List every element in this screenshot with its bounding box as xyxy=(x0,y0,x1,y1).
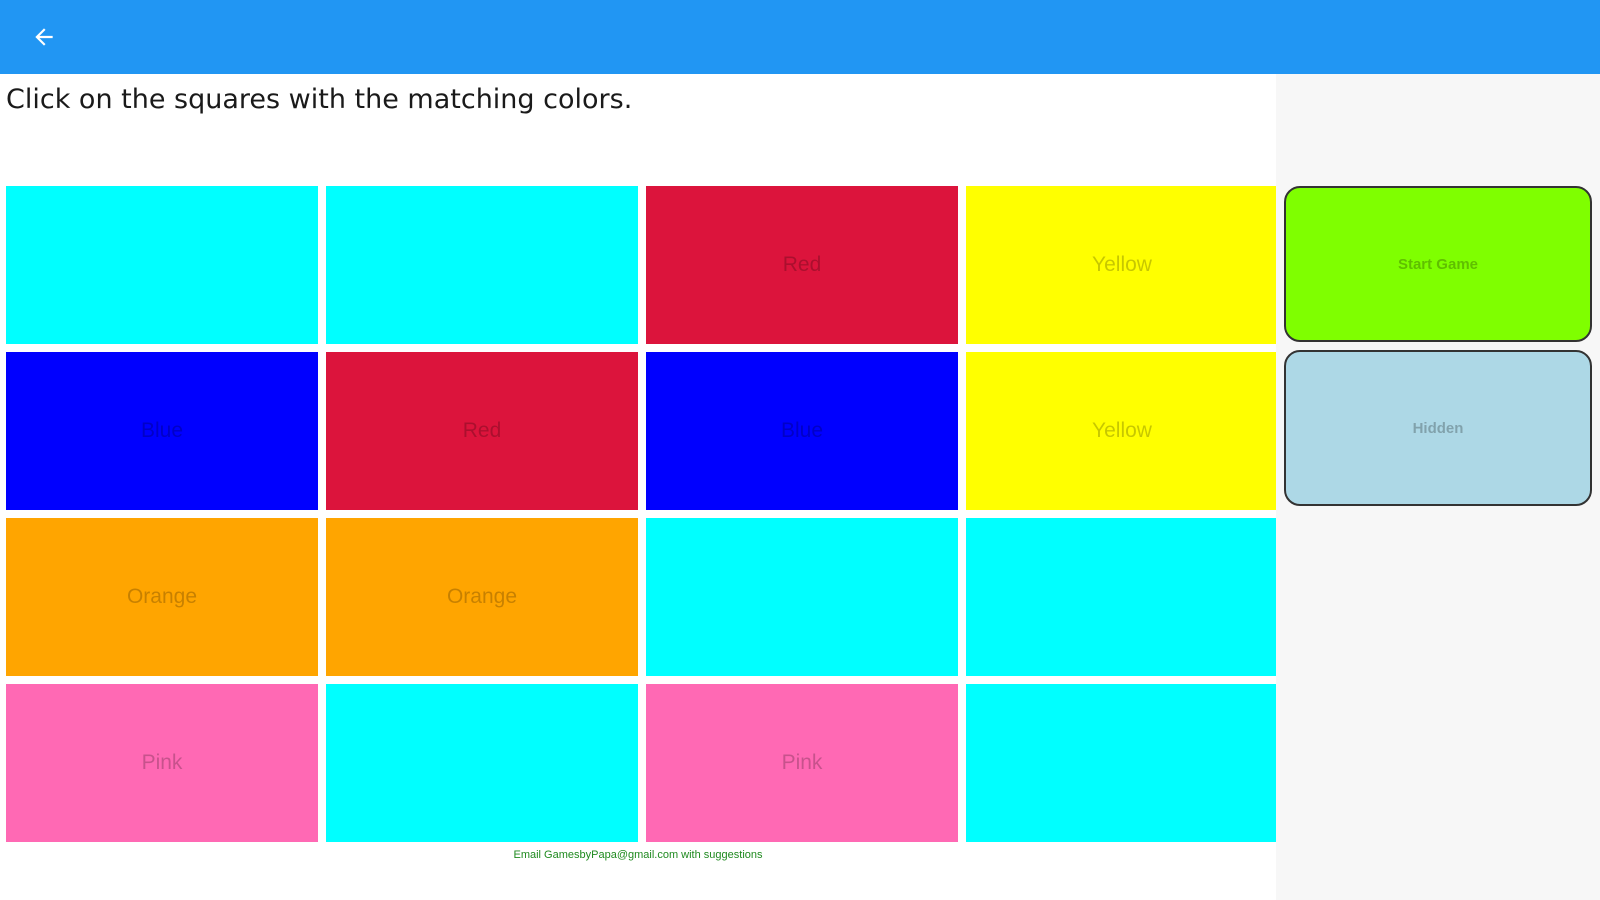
color-tile[interactable]: Orange xyxy=(6,518,318,676)
color-tile[interactable]: Blue xyxy=(646,352,958,510)
game-area: Click on the squares with the matching c… xyxy=(0,74,1278,900)
color-tile[interactable] xyxy=(646,518,958,676)
tile-grid: Red Yellow Blue Red Blue Yellow Orange O… xyxy=(6,186,1278,842)
app-bar xyxy=(0,0,1600,74)
instructions-text: Click on the squares with the matching c… xyxy=(6,84,633,115)
arrow-back-icon xyxy=(35,28,53,46)
color-tile[interactable] xyxy=(966,684,1278,842)
color-tile[interactable] xyxy=(6,186,318,344)
side-panel: Start Game Hidden xyxy=(1276,74,1600,900)
color-tile[interactable]: Pink xyxy=(6,684,318,842)
color-tile[interactable] xyxy=(326,684,638,842)
color-tile[interactable]: Pink xyxy=(646,684,958,842)
color-tile[interactable]: Red xyxy=(326,352,638,510)
back-button[interactable] xyxy=(24,17,64,57)
color-tile[interactable]: Red xyxy=(646,186,958,344)
color-tile[interactable]: Yellow xyxy=(966,352,1278,510)
footer-note: Email GamesbyPapa@gmail.com with suggest… xyxy=(513,849,763,861)
color-tile[interactable]: Blue xyxy=(6,352,318,510)
start-game-button[interactable]: Start Game xyxy=(1284,186,1592,342)
color-tile[interactable]: Yellow xyxy=(966,186,1278,344)
color-tile[interactable]: Orange xyxy=(326,518,638,676)
hidden-button[interactable]: Hidden xyxy=(1284,350,1592,506)
color-tile[interactable] xyxy=(966,518,1278,676)
color-tile[interactable] xyxy=(326,186,638,344)
